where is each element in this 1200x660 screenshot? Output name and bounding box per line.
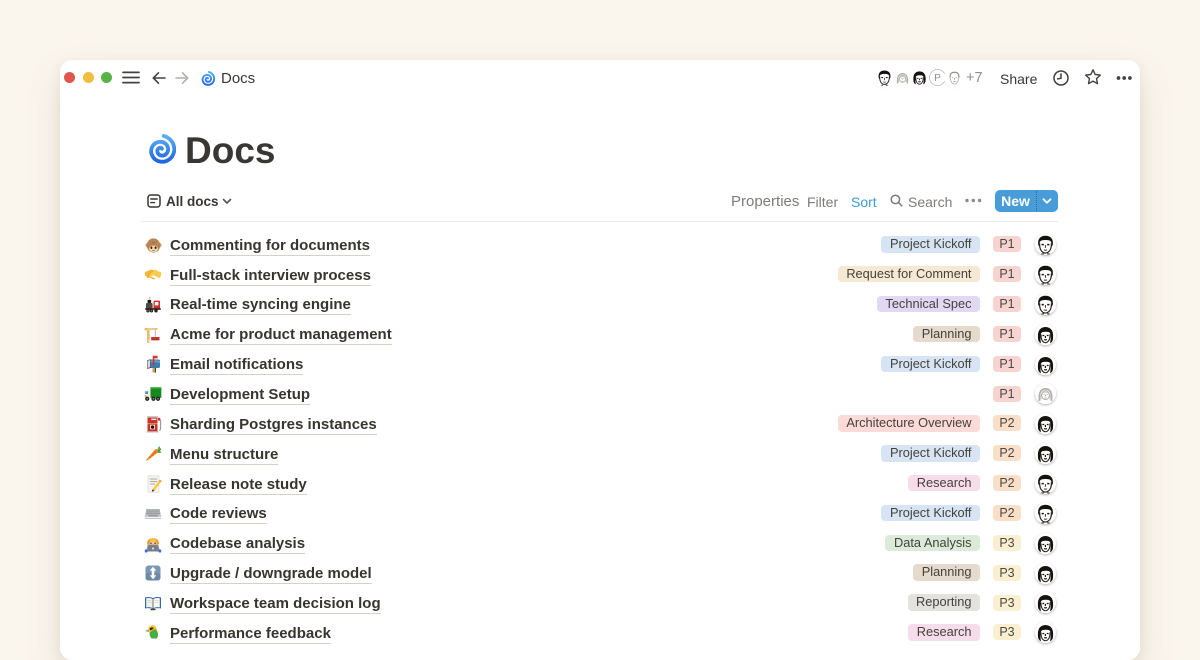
svg-text:P: P [934, 73, 941, 84]
